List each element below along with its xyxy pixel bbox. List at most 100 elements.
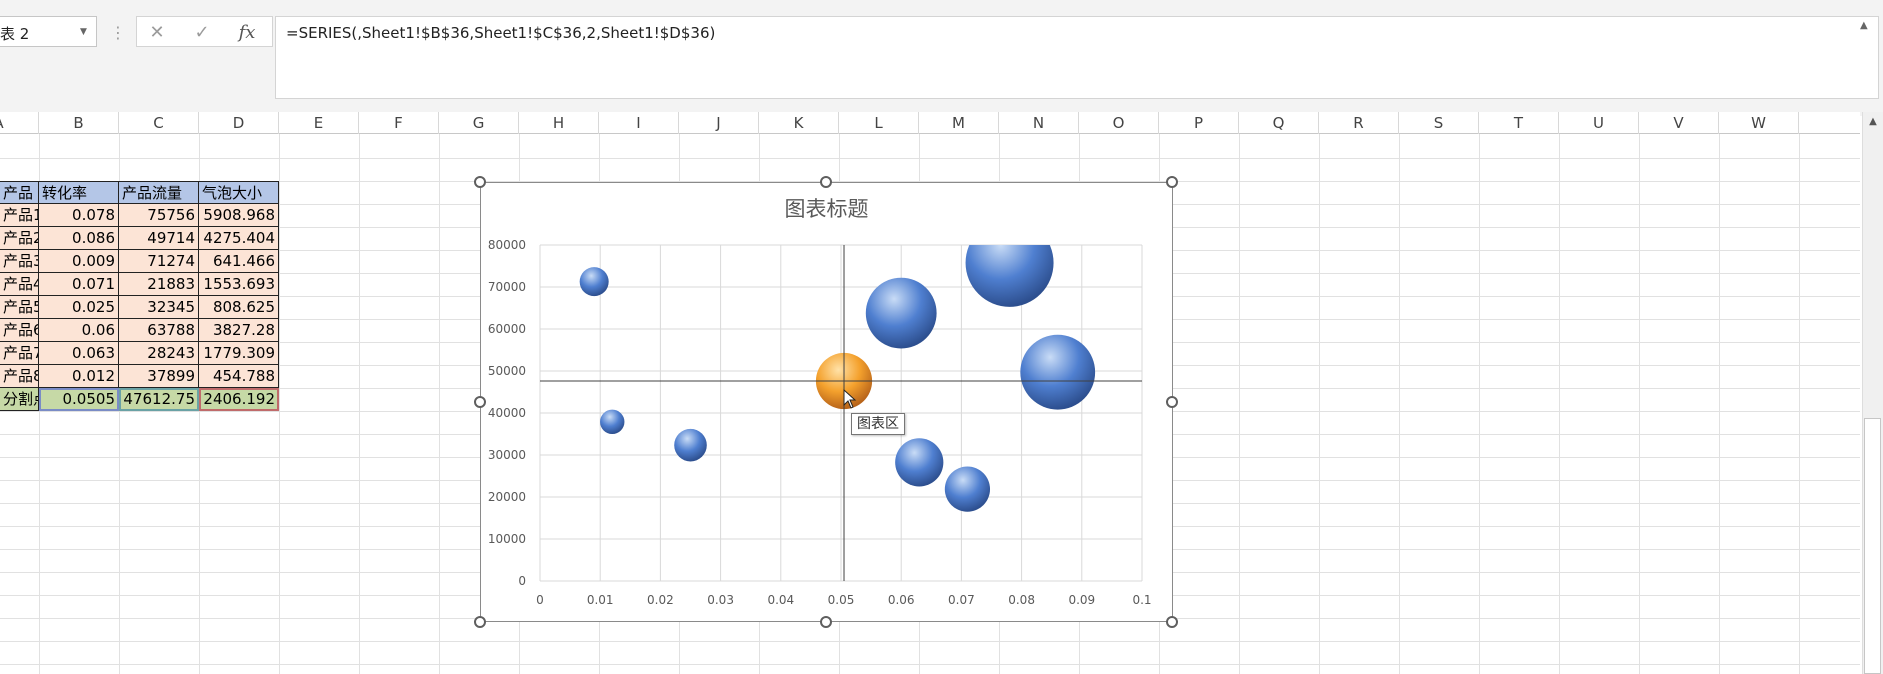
column-header-u[interactable]: U	[1559, 112, 1639, 134]
table-row-cell[interactable]: 32345	[119, 296, 199, 319]
table-row-cell[interactable]: 产品7	[0, 342, 39, 365]
bubble-point[interactable]	[865, 277, 937, 349]
table-row-cell[interactable]: 0.063	[39, 342, 119, 365]
bubble-point[interactable]	[674, 428, 707, 462]
x-tick-label: 0.08	[1008, 593, 1035, 607]
header-cell[interactable]: 气泡大小	[199, 181, 279, 204]
formula-input[interactable]: =SERIES(,Sheet1!$B$36,Sheet1!$C$36,2,She…	[275, 16, 1879, 99]
bubble-point[interactable]	[965, 219, 1054, 307]
table-row-cell[interactable]: 5908.968	[199, 204, 279, 227]
column-header-p[interactable]: P	[1159, 112, 1239, 134]
scroll-up-icon[interactable]: ▲	[1866, 116, 1880, 130]
y-tick-label: 60000	[488, 322, 526, 336]
table-row-cell[interactable]: 0.06	[39, 319, 119, 342]
column-header-j[interactable]: J	[679, 112, 759, 134]
table-row-cell[interactable]: 49714	[119, 227, 199, 250]
table-row-cell[interactable]: 产品4	[0, 273, 39, 296]
table-row-cell[interactable]: 454.788	[199, 365, 279, 388]
table-row-cell[interactable]: 产品3	[0, 250, 39, 273]
table-row-cell[interactable]: 产品5	[0, 296, 39, 319]
table-row-cell[interactable]: 21883	[119, 273, 199, 296]
table-row-cell[interactable]: 28243	[119, 342, 199, 365]
chevron-down-icon[interactable]: ▼	[80, 26, 92, 38]
table-row-cell[interactable]: 产品2	[0, 227, 39, 250]
resize-handle[interactable]	[1166, 616, 1178, 628]
column-header-a[interactable]: A	[0, 112, 39, 134]
column-header-c[interactable]: C	[119, 112, 199, 134]
table-row-cell[interactable]: 1779.309	[199, 342, 279, 365]
y-tick-label: 20000	[488, 490, 526, 504]
x-tick-label: 0.04	[767, 593, 794, 607]
table-row-cell[interactable]: 63788	[119, 319, 199, 342]
more-options-icon[interactable]: ⋮	[110, 20, 126, 46]
table-row-cell[interactable]: 0.009	[39, 250, 119, 273]
column-header-s[interactable]: S	[1399, 112, 1479, 134]
column-header-f[interactable]: F	[359, 112, 439, 134]
table-row-cell[interactable]: 641.466	[199, 250, 279, 273]
table-row-cell[interactable]: 37899	[119, 365, 199, 388]
column-header-q[interactable]: Q	[1239, 112, 1319, 134]
table-row-cell[interactable]: 71274	[119, 250, 199, 273]
column-header-n[interactable]: N	[999, 112, 1079, 134]
resize-handle[interactable]	[1166, 176, 1178, 188]
column-header-l[interactable]: L	[839, 112, 919, 134]
series-reference-highlight	[119, 388, 199, 411]
x-tick-label: 0.03	[707, 593, 734, 607]
header-cell[interactable]: 产品	[0, 181, 39, 204]
resize-handle[interactable]	[474, 396, 486, 408]
resize-handle[interactable]	[820, 176, 832, 188]
chart-tooltip: 图表区	[851, 413, 905, 435]
table-row-cell[interactable]: 0.078	[39, 204, 119, 227]
column-header-b[interactable]: B	[39, 112, 119, 134]
table-row-cell[interactable]: 0.025	[39, 296, 119, 319]
scrollbar-thumb[interactable]	[1864, 418, 1881, 674]
column-header-g[interactable]: G	[439, 112, 519, 134]
x-tick-label: 0.06	[888, 593, 915, 607]
table-row-cell[interactable]: 产品6	[0, 319, 39, 342]
cancel-icon[interactable]: ✕	[137, 19, 177, 46]
column-header-r[interactable]: R	[1319, 112, 1399, 134]
header-cell[interactable]: 产品流量	[119, 181, 199, 204]
series-reference-highlight	[199, 388, 279, 411]
table-row-cell[interactable]: 产品1	[0, 204, 39, 227]
resize-handle[interactable]	[1166, 396, 1178, 408]
table-row-cell[interactable]: 3827.28	[199, 319, 279, 342]
enter-icon[interactable]: ✓	[182, 19, 222, 46]
y-tick-label: 30000	[488, 448, 526, 462]
column-header-bar: ABCDEFGHIJKLMNOPQRSTUVW	[0, 112, 1860, 134]
table-row-cell[interactable]: 808.625	[199, 296, 279, 319]
split-point-cell[interactable]: 分割点	[0, 388, 39, 411]
column-header-o[interactable]: O	[1079, 112, 1159, 134]
bubble-point[interactable]	[1020, 334, 1096, 410]
column-header-t[interactable]: T	[1479, 112, 1559, 134]
collapse-formula-bar-icon[interactable]: ▲	[1860, 20, 1874, 34]
bubble-point[interactable]	[895, 438, 944, 487]
y-tick-label: 10000	[488, 532, 526, 546]
resize-handle[interactable]	[474, 176, 486, 188]
column-header-w[interactable]: W	[1719, 112, 1799, 134]
x-tick-label: 0.01	[587, 593, 614, 607]
chart-title[interactable]: 图表标题	[480, 193, 1173, 223]
bubble-chart[interactable]: 0 0.01 0.02 0.03 0.04 0.05 0.06 0.07 0.08 0.09 0.1…	[480, 182, 1173, 622]
bubble-point[interactable]	[579, 267, 609, 297]
bubble-point[interactable]	[600, 409, 625, 435]
resize-handle[interactable]	[474, 616, 486, 628]
table-row-cell[interactable]: 4275.404	[199, 227, 279, 250]
column-header-i[interactable]: I	[599, 112, 679, 134]
table-row-cell[interactable]: 1553.693	[199, 273, 279, 296]
table-row-cell[interactable]: 0.086	[39, 227, 119, 250]
table-row-cell[interactable]: 0.012	[39, 365, 119, 388]
table-row-cell[interactable]: 75756	[119, 204, 199, 227]
column-header-d[interactable]: D	[199, 112, 279, 134]
table-row-cell[interactable]: 产品8	[0, 365, 39, 388]
column-header-e[interactable]: E	[279, 112, 359, 134]
column-header-h[interactable]: H	[519, 112, 599, 134]
column-header-m[interactable]: M	[919, 112, 999, 134]
table-row-cell[interactable]: 0.071	[39, 273, 119, 296]
resize-handle[interactable]	[820, 616, 832, 628]
insert-function-icon[interactable]: fx	[227, 19, 267, 46]
bubble-point[interactable]	[944, 466, 991, 512]
column-header-v[interactable]: V	[1639, 112, 1719, 134]
header-cell[interactable]: 转化率	[39, 181, 119, 204]
column-header-k[interactable]: K	[759, 112, 839, 134]
